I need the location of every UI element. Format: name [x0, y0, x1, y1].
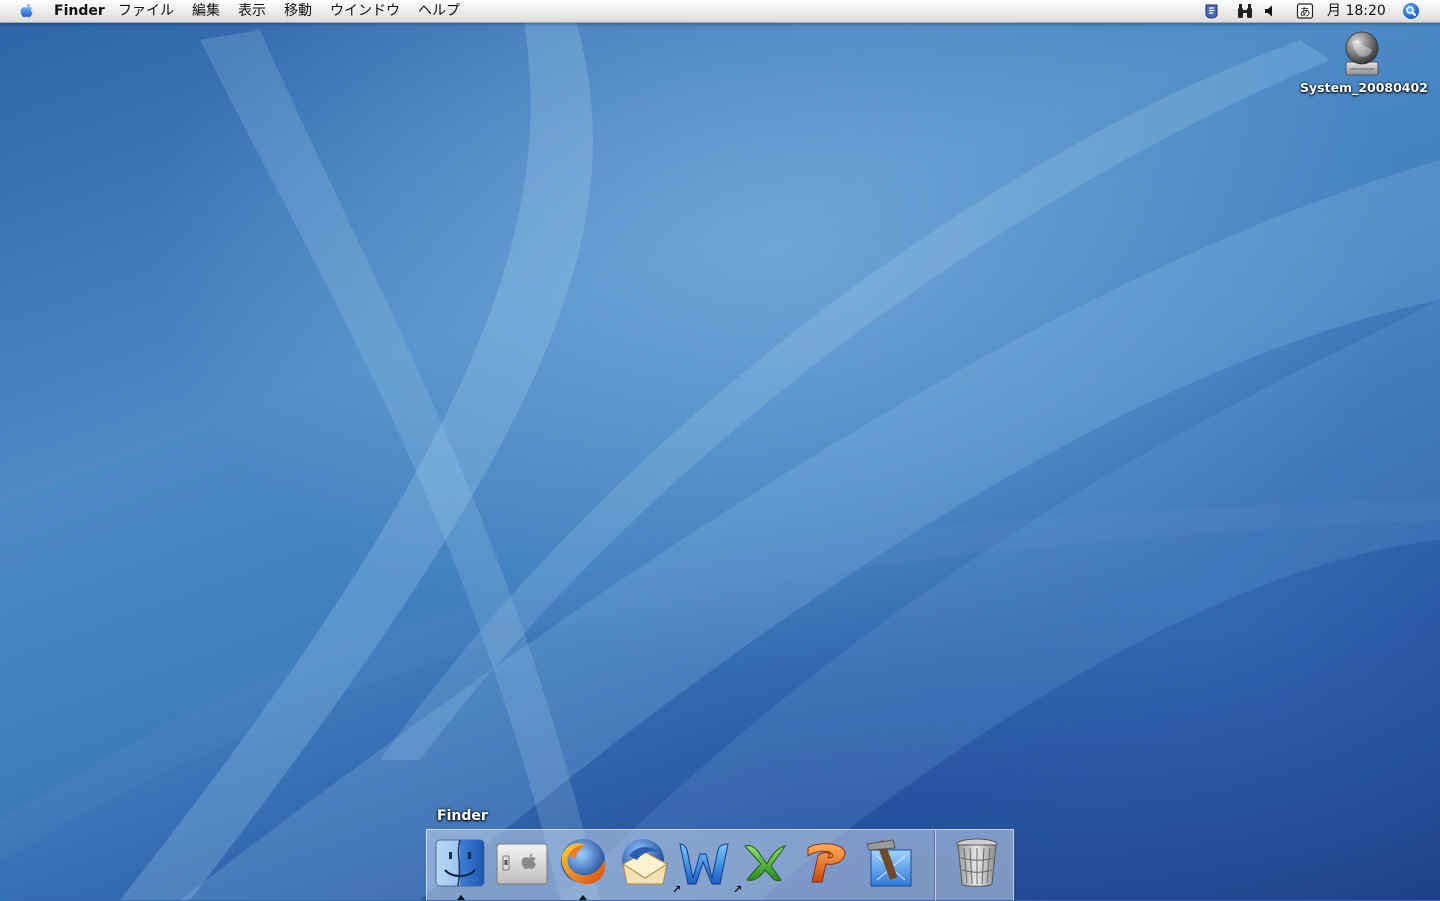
dock-item-xcode[interactable] [859, 834, 917, 892]
thunderbird-icon [622, 839, 668, 885]
dock: ↗ ↗ [426, 829, 1014, 901]
system-preferences-icon [496, 843, 548, 885]
hard-disk-icon [1345, 31, 1379, 76]
menubar-clock[interactable]: 月 18:20 [1327, 0, 1386, 22]
running-indicator [579, 895, 587, 900]
menu-edit[interactable]: 編集 [192, 0, 220, 22]
apple-logo-icon [20, 3, 33, 18]
desktop-background [0, 0, 1440, 900]
apple-menu[interactable] [18, 0, 38, 22]
dock-item-thunderbird[interactable] [615, 834, 673, 892]
firefox-icon [561, 839, 606, 885]
trash-icon [956, 838, 998, 887]
menu-bar: Finder ファイル 編集 表示 移動 ウインドウ ヘルプ あ 月 18:20 [0, 0, 1440, 23]
dock-item-firefox[interactable] [554, 834, 612, 900]
powerpoint-icon [807, 843, 846, 883]
dock-tooltip: Finder [437, 808, 488, 824]
alias-arrow-icon: ↗ [733, 883, 743, 896]
app-menu-finder[interactable]: Finder [54, 0, 105, 22]
wallpaper-swooshes [0, 0, 1440, 900]
excel-icon [744, 845, 787, 882]
spotlight-icon[interactable] [1402, 2, 1420, 20]
menu-help[interactable]: ヘルプ [418, 0, 460, 22]
dock-item-system-preferences[interactable] [493, 834, 551, 892]
svg-text:あ: あ [1300, 6, 1311, 19]
dock-divider [934, 830, 935, 901]
dock-item-trash[interactable] [949, 834, 1007, 892]
dock-item-word[interactable]: ↗ [672, 834, 734, 896]
disk-label: System_20080402 [1300, 80, 1428, 95]
xcode-icon [866, 839, 912, 887]
menu-go[interactable]: 移動 [284, 0, 312, 22]
dock-item-powerpoint[interactable] [798, 834, 856, 892]
menu-view[interactable]: 表示 [238, 0, 266, 22]
binoculars-icon[interactable] [1236, 2, 1254, 20]
dock-item-finder[interactable] [432, 834, 490, 900]
menu-window[interactable]: ウインドウ [330, 0, 400, 22]
word-icon [679, 843, 729, 885]
finder-icon [435, 839, 485, 887]
script-menu-icon[interactable] [1203, 2, 1221, 20]
input-method-icon[interactable]: あ [1296, 2, 1314, 20]
desktop-disk-icon[interactable]: System_20080402 [1300, 28, 1428, 95]
menu-file[interactable]: ファイル [118, 0, 174, 22]
alias-arrow-icon: ↗ [672, 883, 682, 896]
dock-item-excel[interactable]: ↗ [733, 834, 795, 896]
volume-icon[interactable] [1262, 2, 1280, 20]
running-indicator [457, 895, 465, 900]
